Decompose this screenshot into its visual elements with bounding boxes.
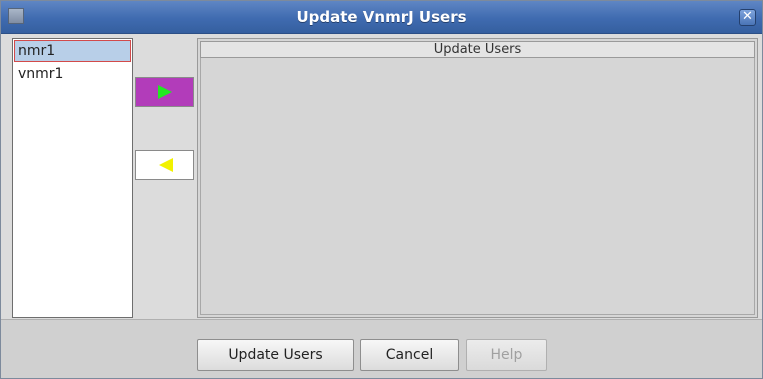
- help-button[interactable]: Help: [466, 339, 547, 371]
- add-user-button[interactable]: [135, 77, 194, 107]
- window-title: Update VnmrJ Users: [296, 8, 467, 26]
- right-arrow-icon: [158, 85, 172, 99]
- list-item[interactable]: vnmr1: [14, 63, 131, 85]
- left-arrow-icon: [159, 158, 173, 172]
- update-users-button[interactable]: Update Users: [197, 339, 354, 371]
- close-icon[interactable]: ✕: [739, 9, 756, 26]
- remove-user-button[interactable]: [135, 150, 194, 180]
- update-users-panel: Update Users: [197, 38, 758, 318]
- cancel-button[interactable]: Cancel: [360, 339, 459, 371]
- update-users-list[interactable]: [200, 58, 755, 315]
- button-bar: Update Users Cancel Help: [1, 319, 762, 378]
- panel-header: Update Users: [200, 41, 755, 58]
- dialog-window: Update VnmrJ Users ✕ nmr1 vnmr1 Update U…: [0, 0, 763, 379]
- list-item[interactable]: nmr1: [14, 40, 131, 62]
- title-bar[interactable]: Update VnmrJ Users ✕: [1, 1, 762, 34]
- available-users-list[interactable]: nmr1 vnmr1: [12, 38, 133, 318]
